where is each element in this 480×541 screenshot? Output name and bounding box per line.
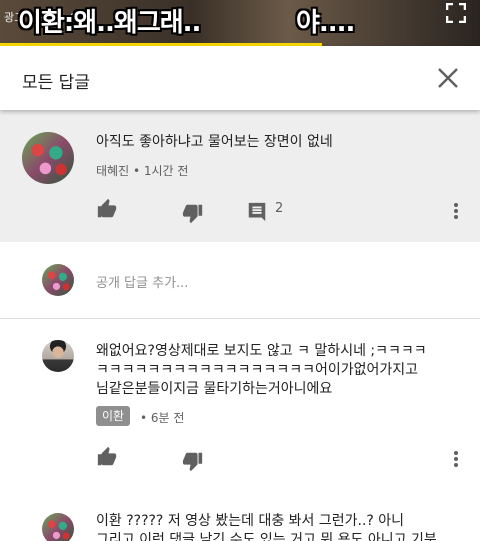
reply-time: 6분 전 xyxy=(150,411,185,425)
thumbs-down-icon[interactable] xyxy=(182,450,204,472)
divider xyxy=(0,318,480,319)
comment-meta: 태혜진 • 1시간 전 xyxy=(96,162,188,179)
meta-separator: • xyxy=(140,411,151,425)
reply-icon[interactable] xyxy=(246,201,268,223)
reply-count: 2 xyxy=(275,201,284,216)
comments-page: 광고 · 0:06 · 0 이환:왜..왜그래.. 야.... 모든 답글 아직… xyxy=(0,0,480,541)
avatar[interactable] xyxy=(42,340,74,372)
meta-separator: • xyxy=(132,164,144,178)
comment-text: 아직도 좋아하냐고 물어보는 장면이 없네 xyxy=(96,134,333,150)
replies-header: 모든 답글 xyxy=(0,46,480,110)
reply-input[interactable]: 공개 답글 추가... xyxy=(96,272,188,291)
avatar xyxy=(42,264,74,296)
author-badge[interactable]: 이환 xyxy=(96,406,131,426)
comment-time: 1시간 전 xyxy=(143,164,189,178)
video-caption-right: 야.... xyxy=(296,8,355,38)
reply-text-line: 그리고 이런 댓글 남긴 수도 있는 거고 뭐 욕도 아니고 기분 xyxy=(96,532,437,541)
more-vert-icon[interactable] xyxy=(446,201,466,221)
close-icon[interactable] xyxy=(436,66,460,90)
reply-text-line: 님같은분들이지금 물타기하는거아니에요 xyxy=(96,381,333,397)
parent-comment: 아직도 좋아하냐고 물어보는 장면이 없네 태혜진 • 1시간 전 2 xyxy=(0,110,480,242)
page-title: 모든 답글 xyxy=(22,73,90,93)
avatar[interactable] xyxy=(42,513,74,541)
fullscreen-icon[interactable] xyxy=(446,3,466,23)
comment-author[interactable]: 태혜진 xyxy=(96,164,129,178)
thumbs-up-icon[interactable] xyxy=(96,446,118,468)
thumbs-down-icon[interactable] xyxy=(182,202,204,224)
video-caption-left: 이환:왜..왜그래.. xyxy=(18,8,201,38)
thumbs-up-icon[interactable] xyxy=(96,198,118,220)
reply-meta: • 6분 전 xyxy=(140,409,184,426)
more-vert-icon[interactable] xyxy=(446,449,466,469)
avatar[interactable] xyxy=(22,132,74,184)
video-player[interactable]: 광고 · 0:06 · 0 이환:왜..왜그래.. 야.... xyxy=(0,0,480,46)
